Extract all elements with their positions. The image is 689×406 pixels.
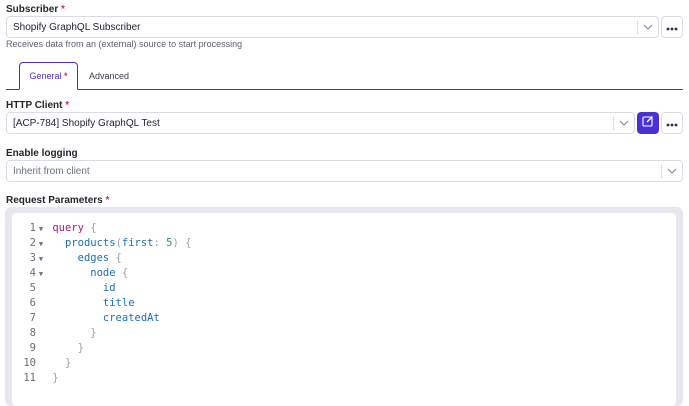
http-client-value: [ACP-784] Shopify GraphQL Test <box>13 117 160 129</box>
line-number: 11 <box>23 372 36 384</box>
code-token: first <box>121 237 154 249</box>
code-editor-frame: 1 ▼ query {2 ▼ products(first: 5) {3 ▼ edge… <box>5 207 683 406</box>
code-token: } <box>52 357 72 369</box>
required-mark: * <box>65 100 70 111</box>
required-mark: * <box>105 195 110 206</box>
code-token: ) { <box>172 237 192 249</box>
line-number: 8 <box>29 327 36 339</box>
tab-advanced[interactable]: Advanced <box>80 62 138 89</box>
chevron-down-icon[interactable] <box>614 120 634 126</box>
tab-general[interactable]: General * <box>19 62 78 90</box>
subscriber-label: Subscriber * <box>6 4 65 15</box>
subscriber-more-button[interactable] <box>661 16 683 38</box>
required-mark: * <box>64 71 68 81</box>
more-horizontal-icon <box>666 18 678 36</box>
fold-arrow-icon[interactable]: ▼ <box>36 252 46 267</box>
fold-arrow-icon[interactable]: ▼ <box>36 237 46 252</box>
subscriber-value: Shopify GraphQL Subscriber <box>13 21 141 33</box>
code-token: node <box>90 267 116 279</box>
logging-value: Inherit from client <box>13 165 90 177</box>
code-editor[interactable]: 1 ▼ query {2 ▼ products(first: 5) {3 ▼ edge… <box>12 213 676 406</box>
chevron-down-icon[interactable] <box>638 24 658 30</box>
code-line[interactable]: 5 id <box>18 281 116 296</box>
http-client-more-button[interactable] <box>661 112 683 134</box>
code-line[interactable]: 8 } <box>18 326 97 341</box>
request-params-label: Request Parameters * <box>6 195 110 206</box>
code-token: { <box>109 252 122 264</box>
fold-arrow-icon[interactable]: ▼ <box>36 222 46 237</box>
line-number: 7 <box>29 312 36 324</box>
http-client-edit-button[interactable] <box>637 112 659 134</box>
code-token: createdAt <box>102 312 160 324</box>
required-mark: * <box>61 4 65 15</box>
logging-select[interactable]: Inherit from client <box>6 160 683 182</box>
code-token: { <box>83 222 97 234</box>
line-number: 1 <box>29 222 36 234</box>
line-number: 10 <box>23 357 36 369</box>
line-number: 4 <box>29 267 36 279</box>
line-number: 6 <box>29 297 36 309</box>
code-line[interactable]: 9 } <box>18 341 84 356</box>
code-lines: 1 ▼ query {2 ▼ products(first: 5) {3 ▼ edge… <box>18 221 668 401</box>
line-number: 2 <box>29 237 36 249</box>
code-token: { <box>115 267 129 279</box>
code-line[interactable]: 10 } <box>18 356 71 371</box>
line-number: 5 <box>29 282 36 294</box>
code-line[interactable]: 3 ▼ edges { <box>18 251 122 266</box>
chevron-down-icon[interactable] <box>662 168 682 174</box>
code-line[interactable]: 1 ▼ query { <box>18 221 97 236</box>
http-client-label: HTTP Client * <box>6 100 70 111</box>
code-token: : <box>153 237 167 249</box>
code-line[interactable]: 7 createdAt <box>18 311 160 326</box>
code-token: products <box>64 237 116 249</box>
code-line[interactable]: 4 ▼ node { <box>18 266 129 282</box>
code-token: id <box>102 282 116 294</box>
code-line[interactable]: 2 ▼ products(first: 5) { <box>18 236 192 252</box>
code-token: } <box>52 342 84 354</box>
logging-label: Enable logging <box>6 148 78 159</box>
code-token: query <box>52 222 84 234</box>
code-line[interactable]: 6 title <box>18 296 135 311</box>
subscriber-help-text: Receives data from an (external) source … <box>6 39 243 49</box>
http-client-select[interactable]: [ACP-784] Shopify GraphQL Test <box>6 112 635 134</box>
code-token: edges <box>77 252 110 264</box>
code-line[interactable]: 11 } <box>18 371 59 386</box>
code-token: } <box>52 327 97 339</box>
code-token: title <box>102 297 135 309</box>
edit-icon <box>642 114 654 132</box>
code-token: } <box>52 372 59 384</box>
line-number: 3 <box>29 252 36 264</box>
fold-arrow-icon[interactable]: ▼ <box>36 267 46 282</box>
line-number: 9 <box>29 342 36 354</box>
subscriber-select[interactable]: Shopify GraphQL Subscriber <box>6 16 659 38</box>
more-horizontal-icon <box>666 114 678 132</box>
